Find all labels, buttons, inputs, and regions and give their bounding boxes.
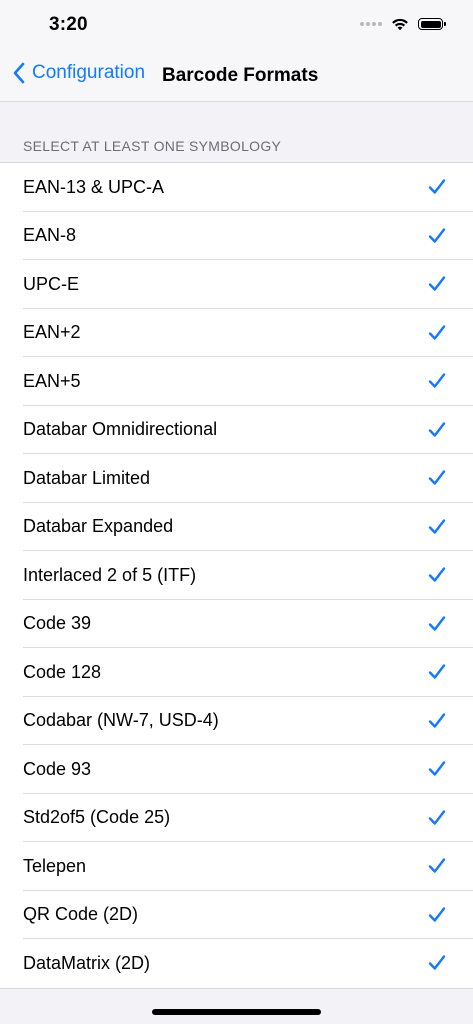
chevron-left-icon xyxy=(13,62,25,84)
status-icons xyxy=(360,17,446,31)
app-screen: 3:20 Configuration Barcode Formats SELEC… xyxy=(0,0,473,1024)
checkmark-icon xyxy=(428,325,446,340)
checkmark-icon xyxy=(428,276,446,291)
list-item[interactable]: DataMatrix (2D) xyxy=(0,939,473,988)
checkmark-icon xyxy=(428,858,446,873)
status-bar: 3:20 xyxy=(0,0,473,52)
checkmark-icon xyxy=(428,422,446,437)
list-item[interactable]: EAN+5 xyxy=(0,357,473,406)
checkmark-icon xyxy=(428,761,446,776)
signal-icon xyxy=(360,22,382,26)
list-item[interactable]: Code 39 xyxy=(0,600,473,649)
list-item-label: EAN+2 xyxy=(23,322,81,343)
list-item[interactable]: UPC-E xyxy=(0,260,473,309)
checkmark-icon xyxy=(428,664,446,679)
checkmark-icon xyxy=(428,955,446,970)
list-item[interactable]: Code 93 xyxy=(0,745,473,794)
battery-icon xyxy=(418,18,446,30)
list-item[interactable]: EAN-8 xyxy=(0,212,473,261)
list-item[interactable]: Codabar (NW-7, USD-4) xyxy=(0,697,473,746)
list-item[interactable]: Code 128 xyxy=(0,648,473,697)
list-item-label: Code 93 xyxy=(23,758,92,779)
list-item-label: DataMatrix (2D) xyxy=(23,952,151,973)
checkmark-icon xyxy=(428,519,446,534)
checkmark-icon xyxy=(428,470,446,485)
list-item[interactable]: QR Code (2D) xyxy=(0,891,473,940)
section-header: SELECT AT LEAST ONE SYMBOLOGY xyxy=(23,138,282,154)
list-item-label: Databar Omnidirectional xyxy=(23,419,218,440)
list-item[interactable]: Databar Expanded xyxy=(0,503,473,552)
list-item-label: Code 39 xyxy=(23,613,92,634)
list-item[interactable]: EAN-13 & UPC-A xyxy=(0,163,473,212)
list-item-label: Std2of5 (Code 25) xyxy=(23,807,171,828)
list-item-label: QR Code (2D) xyxy=(23,904,139,925)
list-item[interactable]: Std2of5 (Code 25) xyxy=(0,794,473,843)
list-item-label: Databar Limited xyxy=(23,467,151,488)
list-item[interactable]: Telepen xyxy=(0,842,473,891)
list-item[interactable]: Interlaced 2 of 5 (ITF) xyxy=(0,551,473,600)
list-item[interactable]: Databar Omnidirectional xyxy=(0,406,473,455)
list-item-label: UPC-E xyxy=(23,273,80,294)
checkmark-icon xyxy=(428,713,446,728)
list-item[interactable]: Databar Limited xyxy=(0,454,473,503)
list-item-label: Telepen xyxy=(23,855,87,876)
list-item-label: EAN-8 xyxy=(23,225,77,246)
checkmark-icon xyxy=(428,810,446,825)
back-button[interactable]: Configuration xyxy=(12,62,145,84)
list-item-label: Code 128 xyxy=(23,661,102,682)
status-time: 3:20 xyxy=(49,14,88,35)
list-item-label: Codabar (NW-7, USD-4) xyxy=(23,710,219,731)
checkmark-icon xyxy=(428,228,446,243)
wifi-icon xyxy=(392,18,408,31)
list-item[interactable]: EAN+2 xyxy=(0,309,473,358)
back-button-label: Configuration xyxy=(32,62,146,83)
list-item-label: Interlaced 2 of 5 (ITF) xyxy=(23,564,197,585)
list-item-label: Databar Expanded xyxy=(23,516,174,537)
checkmark-icon xyxy=(428,179,446,194)
navigation-bar: Configuration Barcode Formats xyxy=(0,52,473,102)
home-indicator[interactable] xyxy=(152,1009,321,1015)
list-item-label: EAN-13 & UPC-A xyxy=(23,176,165,197)
checkmark-icon xyxy=(428,567,446,582)
barcode-format-list: EAN-13 & UPC-A EAN-8 UPC-E EAN+2 EAN+5 Databa… xyxy=(0,162,473,989)
list-item-label: EAN+5 xyxy=(23,370,81,391)
checkmark-icon xyxy=(428,616,446,631)
checkmark-icon xyxy=(428,373,446,388)
page-title: Barcode Formats xyxy=(162,65,319,86)
checkmark-icon xyxy=(428,907,446,922)
